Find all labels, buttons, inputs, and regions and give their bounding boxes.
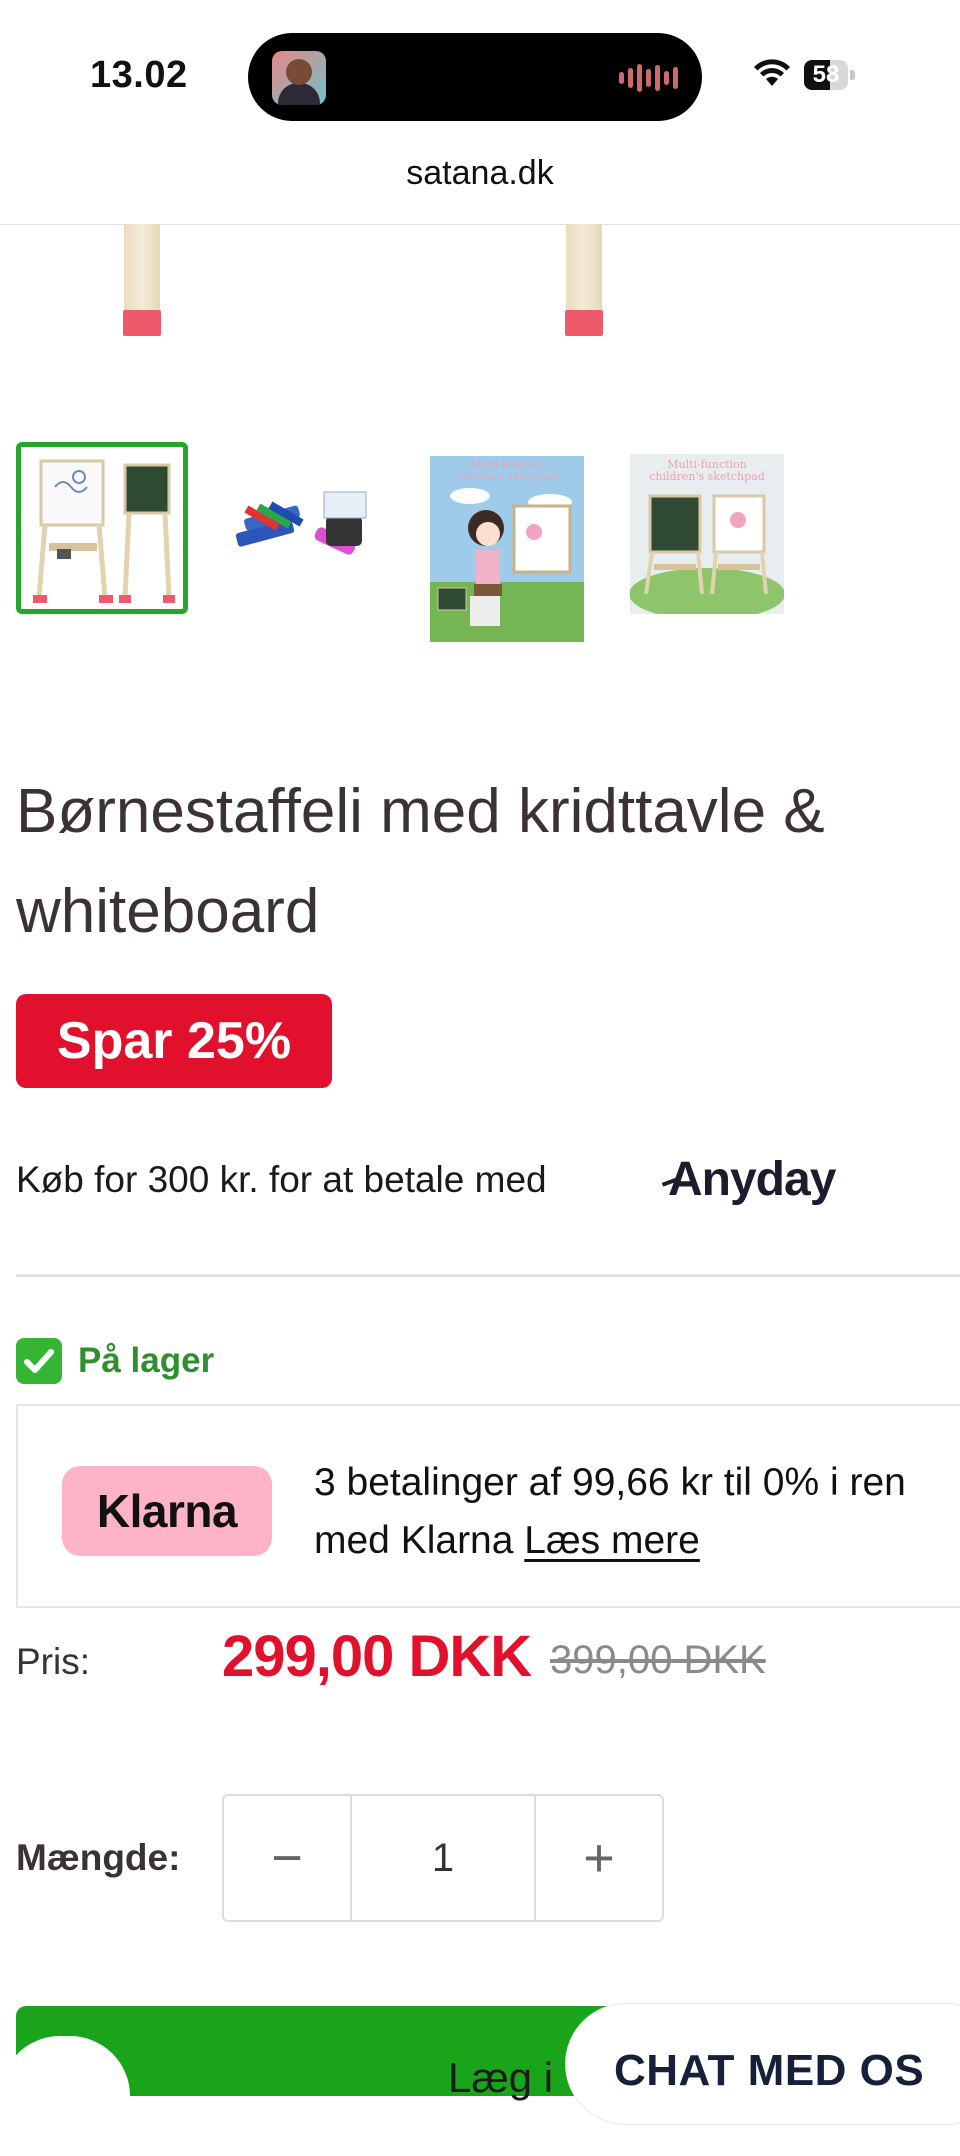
klarna-text: 3 betalinger af 99,66 kr til 0% i ren me… <box>314 1454 960 1570</box>
divider <box>16 1274 960 1277</box>
klarna-text-line2: med Klarna <box>314 1519 525 1562</box>
klarna-read-more-link[interactable]: Læs mere <box>524 1519 700 1562</box>
product-title: Børnestaffeli med kridttavle & whiteboar… <box>16 777 825 946</box>
url-text: satana.dk <box>406 154 554 192</box>
add-to-cart-label: Læg i <box>448 2054 554 2101</box>
product-main-image[interactable] <box>0 224 960 404</box>
easel-leg <box>566 224 602 310</box>
quantity-increase-button[interactable]: + <box>536 1796 662 1920</box>
status-time: 13.02 <box>90 54 188 96</box>
audio-waveform-icon <box>619 63 678 93</box>
svg-text:children's sketchpad: children's sketchpad <box>649 470 764 483</box>
easel-foot <box>565 310 603 336</box>
stock-label: På lager <box>78 1341 215 1380</box>
thumbnail-1-selected[interactable] <box>16 442 188 614</box>
thumbnail-4[interactable]: Multi-function children's sketchpad <box>630 454 784 614</box>
svg-text:children's sketchpad: children's sketchpad <box>455 472 561 483</box>
quantity-label: Mængde: <box>16 1837 181 1878</box>
now-playing-avatar <box>272 51 326 105</box>
quantity-stepper: − 1 + <box>222 1794 664 1922</box>
quantity-input[interactable]: 1 <box>350 1796 536 1920</box>
easel-leg <box>124 224 160 310</box>
easel-foot <box>123 310 161 336</box>
klarna-logo: Klarna <box>62 1466 272 1556</box>
chat-label: CHAT MED OS <box>614 2046 925 2095</box>
product-thumbnails: Multi-function children's sketchpad Mult… <box>16 442 960 642</box>
quantity-decrease-button[interactable]: − <box>224 1796 350 1920</box>
dynamic-island[interactable] <box>248 33 702 121</box>
original-price: 399,00 DKK <box>550 1638 766 1682</box>
anyday-text: Køb for 300 kr. for at betale med <box>16 1159 547 1200</box>
current-price: 299,00 DKK <box>222 1624 532 1689</box>
anyday-logo: Anyday <box>668 1150 836 1210</box>
thumbnail-2[interactable] <box>230 472 390 582</box>
svg-text:Multi-function: Multi-function <box>471 460 544 471</box>
chat-button[interactable]: CHAT MED OS <box>566 2004 960 2124</box>
wifi-icon <box>752 56 792 88</box>
thumbnail-3[interactable]: Multi-function children's sketchpad <box>430 456 584 642</box>
battery-icon: 58 <box>804 60 856 92</box>
battery-percentage: 58 <box>812 61 840 88</box>
price-label: Pris: <box>16 1641 90 1682</box>
browser-address-bar[interactable]: satana.dk <box>0 150 960 225</box>
klarna-installments-box: Klarna 3 betalinger af 99,66 kr til 0% i… <box>16 1404 960 1608</box>
klarna-text-line1: 3 betalinger af 99,66 kr til 0% i ren <box>314 1461 906 1504</box>
status-bar: 13.02 58 <box>0 0 960 150</box>
discount-badge: Spar 25% <box>16 994 332 1088</box>
floating-circle-button[interactable] <box>0 2036 130 2156</box>
anyday-promo: Køb for 300 kr. for at betale med Anyday <box>16 1150 956 1210</box>
check-mark-icon <box>16 1338 62 1384</box>
